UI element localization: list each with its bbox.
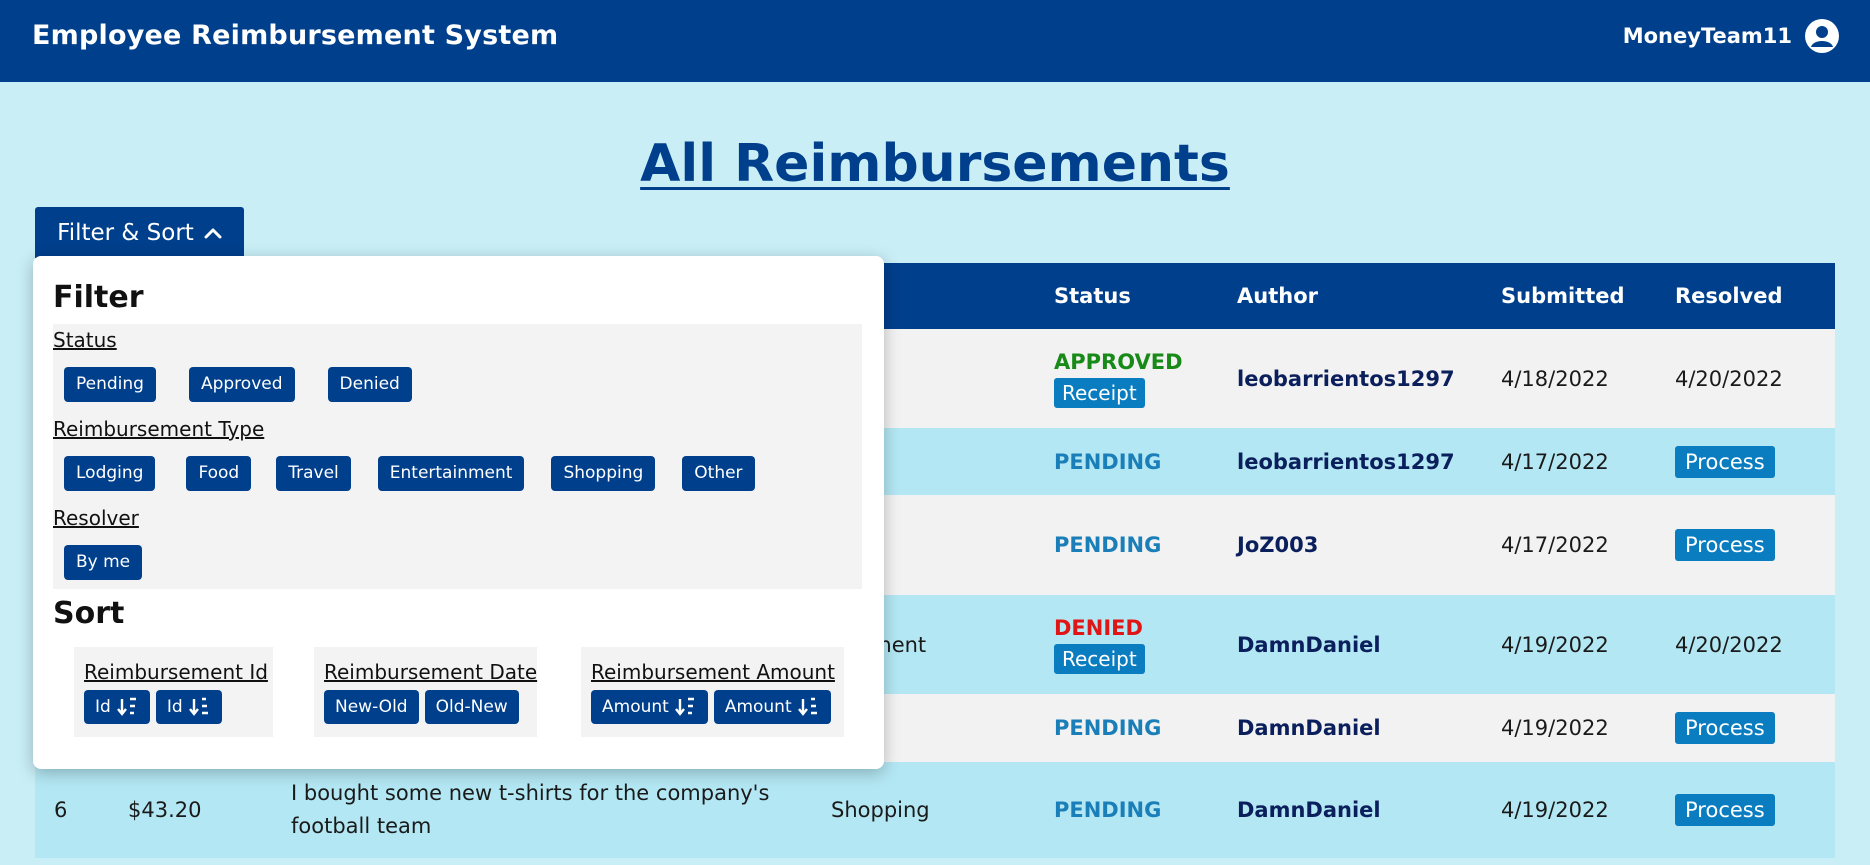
- user-menu[interactable]: MoneyTeam11: [1623, 18, 1840, 54]
- cell-description: I bought some new t-shirts for the compa…: [272, 762, 812, 858]
- chevron-up-icon: [204, 228, 222, 238]
- sort-date-label: Reimbursement Date: [324, 660, 538, 684]
- cell-submitted: 4/19/2022: [1482, 762, 1656, 858]
- cell-author: leobarrientos1297: [1218, 428, 1482, 495]
- receipt-button[interactable]: Receipt: [1054, 377, 1145, 408]
- cell-id: 6: [35, 762, 109, 858]
- page-title-wrap: All Reimbursements: [0, 134, 1870, 194]
- type-filter-chips: Lodging Food Travel Entertainment Shoppi…: [64, 456, 788, 491]
- sort-old-new-button[interactable]: Old-New: [424, 690, 519, 724]
- cell-status: PENDING: [1035, 428, 1218, 495]
- sort-id-asc-label: Id: [166, 697, 183, 717]
- sort-id-buttons: Id Id: [84, 690, 263, 724]
- app-title[interactable]: Employee Reimbursement System: [32, 20, 558, 51]
- user-avatar-icon[interactable]: [1804, 18, 1840, 54]
- cell-submitted: 4/18/2022: [1482, 329, 1656, 428]
- cell-amount: $43.20: [109, 762, 272, 858]
- sort-up-icon: [188, 697, 208, 716]
- resolver-filter-label: Resolver: [53, 506, 139, 530]
- page-title: All Reimbursements: [640, 134, 1230, 194]
- header-submitted[interactable]: Submitted: [1482, 263, 1656, 329]
- filter-denied-button[interactable]: Denied: [327, 367, 412, 402]
- status-label: DENIED: [1054, 615, 1143, 640]
- status-label: PENDING: [1054, 449, 1162, 474]
- sort-id-asc-button[interactable]: Id: [155, 690, 222, 724]
- filter-sort-label: Filter & Sort: [57, 219, 194, 246]
- filter-other-button[interactable]: Other: [682, 456, 755, 491]
- sort-amount-group: Reimbursement Amount Amount Amount: [581, 647, 844, 737]
- table-row: 6 $43.20 I bought some new t-shirts for …: [35, 762, 1835, 858]
- navbar: Employee Reimbursement System MoneyTeam1…: [0, 0, 1870, 82]
- cell-author: DamnDaniel: [1218, 595, 1482, 694]
- status-filter-chips: Pending Approved Denied: [64, 367, 445, 402]
- cell-submitted: 4/19/2022: [1482, 595, 1656, 694]
- process-button[interactable]: Process: [1675, 794, 1775, 826]
- header-author[interactable]: Author: [1218, 263, 1482, 329]
- header-resolved[interactable]: Resolved: [1656, 263, 1835, 329]
- cell-author: JoZ003: [1218, 495, 1482, 595]
- sort-down-icon: [674, 697, 694, 716]
- cell-status: DENIED Receipt: [1035, 595, 1218, 694]
- type-filter-label: Reimbursement Type: [53, 417, 265, 441]
- status-label: APPROVED: [1054, 349, 1183, 374]
- process-button[interactable]: Process: [1675, 529, 1775, 561]
- receipt-button[interactable]: Receipt: [1054, 643, 1145, 674]
- cell-submitted: 4/17/2022: [1482, 495, 1656, 595]
- cell-resolved: 4/20/2022: [1656, 329, 1835, 428]
- sort-amount-asc-button[interactable]: Amount: [713, 690, 831, 724]
- filter-entertainment-button[interactable]: Entertainment: [377, 456, 525, 491]
- sort-date-group: Reimbursement Date New-Old Old-New: [314, 647, 537, 737]
- sort-id-desc-button[interactable]: Id: [84, 690, 150, 724]
- sort-id-label: Reimbursement Id: [84, 660, 268, 684]
- sort-amount-desc-button[interactable]: Amount: [591, 690, 708, 724]
- cell-status: PENDING: [1035, 694, 1218, 762]
- cell-resolved: Process: [1656, 762, 1835, 858]
- filter-food-button[interactable]: Food: [186, 456, 252, 491]
- cell-resolved: 4/20/2022: [1656, 595, 1835, 694]
- process-button[interactable]: Process: [1675, 712, 1775, 744]
- sort-amount-label: Reimbursement Amount: [591, 660, 835, 684]
- cell-status: PENDING: [1035, 762, 1218, 858]
- cell-resolved: Process: [1656, 428, 1835, 495]
- cell-status: APPROVED Receipt: [1035, 329, 1218, 428]
- sort-heading: Sort: [53, 596, 125, 631]
- filter-travel-button[interactable]: Travel: [276, 456, 351, 491]
- cell-submitted: 4/19/2022: [1482, 694, 1656, 762]
- filter-approved-button[interactable]: Approved: [188, 367, 295, 402]
- cell-author: DamnDaniel: [1218, 694, 1482, 762]
- sort-date-buttons: New-Old Old-New: [324, 690, 527, 724]
- cell-resolved: Process: [1656, 495, 1835, 595]
- status-label: PENDING: [1054, 798, 1162, 822]
- filter-shopping-button[interactable]: Shopping: [551, 456, 656, 491]
- cell-author: leobarrientos1297: [1218, 329, 1482, 428]
- sort-amount-buttons: Amount Amount: [591, 690, 834, 724]
- sort-new-old-button[interactable]: New-Old: [324, 690, 419, 724]
- sort-amount-desc-label: Amount: [602, 697, 669, 717]
- status-filter-label: Status: [53, 328, 117, 352]
- filter-heading: Filter: [53, 280, 144, 315]
- sort-up-icon: [797, 697, 817, 716]
- cell-author: DamnDaniel: [1218, 762, 1482, 858]
- cell-type: Shopping: [812, 762, 1035, 858]
- process-button[interactable]: Process: [1675, 445, 1775, 478]
- sort-amount-asc-label: Amount: [724, 697, 792, 717]
- filter-sort-toggle-button[interactable]: Filter & Sort: [35, 207, 244, 258]
- sort-down-icon: [116, 697, 136, 716]
- filter-lodging-button[interactable]: Lodging: [64, 456, 156, 491]
- sort-id-desc-label: Id: [95, 697, 111, 717]
- status-label: PENDING: [1054, 716, 1162, 740]
- resolver-filter-chips: By me: [64, 545, 175, 580]
- filter-sort-panel: Filter Status Pending Approved Denied Re…: [33, 256, 884, 769]
- cell-status: PENDING: [1035, 495, 1218, 595]
- cell-resolved: Process: [1656, 694, 1835, 762]
- filter-pending-button[interactable]: Pending: [64, 367, 156, 402]
- filter-options-box: Status Pending Approved Denied Reimburse…: [53, 324, 862, 589]
- header-status[interactable]: Status: [1035, 263, 1218, 329]
- cell-submitted: 4/17/2022: [1482, 428, 1656, 495]
- status-label: PENDING: [1054, 533, 1162, 557]
- sort-id-group: Reimbursement Id Id Id: [74, 647, 273, 737]
- filter-by-me-button[interactable]: By me: [64, 545, 143, 580]
- username[interactable]: MoneyTeam11: [1623, 24, 1792, 48]
